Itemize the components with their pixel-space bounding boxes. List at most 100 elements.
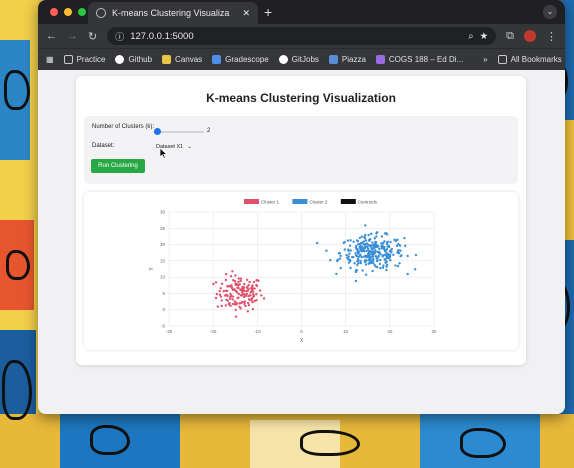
bookmark-gitjobs[interactable]: GitJobs: [278, 55, 319, 64]
data-point: [399, 249, 402, 252]
legend-label: Centroids: [358, 200, 378, 205]
bookmarks-overflow-button[interactable]: »: [483, 55, 487, 64]
data-point: [239, 301, 243, 305]
controls-panel: Number of Clusters (k): 2 Dataset: Datas…: [84, 116, 518, 184]
data-point: [365, 242, 369, 245]
data-point: [227, 303, 231, 306]
bookmark-canvas[interactable]: Canvas: [162, 55, 202, 64]
data-point: [382, 264, 385, 267]
y-tick-label: 15: [160, 258, 166, 263]
apps-grid-icon[interactable]: ▦: [46, 55, 54, 64]
zoom-window-button[interactable]: [78, 8, 86, 16]
data-point: [231, 270, 234, 273]
zoom-icon[interactable]: ⌕: [468, 31, 473, 42]
data-point: [376, 256, 380, 259]
data-point: [380, 245, 383, 248]
new-tab-button[interactable]: +: [264, 4, 272, 20]
data-point: [237, 292, 241, 296]
data-point: [214, 296, 218, 300]
data-point: [241, 285, 244, 288]
run-clustering-button[interactable]: Run Clustering: [91, 159, 145, 173]
bookmark-cogs188[interactable]: COGS 188 – Ed Di...: [375, 55, 463, 64]
data-point: [370, 232, 373, 236]
data-point: [247, 294, 250, 298]
legend-label: Cluster 2: [309, 200, 328, 205]
data-point: [361, 269, 364, 272]
profile-avatar[interactable]: [524, 30, 536, 42]
bookmark-gradescope[interactable]: Gradescope: [212, 55, 269, 64]
data-point: [357, 242, 360, 246]
x-tick-label: -20: [210, 329, 217, 334]
piazza-icon: [328, 55, 338, 64]
y-tick-label: 30: [160, 210, 166, 215]
address-bar[interactable]: ⓘ 127.0.0.1:5000 ⌕ ★: [107, 27, 497, 45]
data-point: [383, 240, 386, 243]
close-tab-icon[interactable]: ✕: [242, 8, 250, 19]
data-point: [390, 247, 393, 251]
data-point: [229, 275, 233, 278]
extensions-icon[interactable]: ⧉: [506, 30, 514, 43]
data-point: [356, 263, 359, 267]
back-arrow-icon[interactable]: ←: [46, 30, 57, 42]
legend-swatch: [340, 199, 356, 204]
data-point: [371, 255, 375, 258]
data-point: [378, 262, 382, 266]
minimize-window-button[interactable]: [64, 8, 72, 16]
data-point: [356, 259, 359, 263]
data-point: [345, 256, 349, 259]
data-point: [376, 244, 379, 247]
data-point: [345, 253, 348, 257]
data-point: [403, 244, 407, 248]
data-point: [355, 254, 358, 257]
y-axis-label: Y: [149, 267, 155, 271]
bookmarks-bar: ▦ Practice Github Canvas Gradescope GitJ…: [38, 48, 565, 70]
all-bookmarks-label: All Bookmarks: [510, 55, 562, 64]
all-bookmarks-button[interactable]: All Bookmarks: [497, 55, 562, 64]
data-point: [371, 250, 375, 253]
bookmark-github[interactable]: Github: [115, 55, 152, 64]
bookmark-piazza[interactable]: Piazza: [328, 55, 366, 64]
data-point: [234, 308, 237, 312]
forward-arrow-icon[interactable]: →: [67, 30, 78, 42]
data-point: [360, 235, 364, 238]
data-point: [348, 252, 351, 255]
tab-search-button[interactable]: ⌄: [543, 5, 557, 19]
x-tick-label: 20: [387, 329, 393, 334]
navigation-toolbar: ← → ↻ ⓘ 127.0.0.1:5000 ⌕ ★ ⧉ ⋮: [38, 24, 565, 48]
data-point: [385, 260, 388, 263]
reload-icon[interactable]: ↻: [88, 30, 97, 43]
bookmark-practice[interactable]: Practice: [63, 55, 105, 64]
data-point: [374, 240, 377, 244]
data-point: [398, 262, 401, 265]
data-point: [229, 292, 232, 296]
data-point: [367, 247, 370, 250]
data-point: [388, 253, 392, 257]
bookmark-star-icon[interactable]: ★: [480, 31, 489, 42]
data-point: [346, 239, 350, 242]
folder-icon: [63, 55, 73, 64]
close-window-button[interactable]: [50, 8, 58, 16]
data-point: [343, 240, 346, 244]
chevron-down-icon: ⌄: [187, 144, 192, 150]
data-point: [356, 251, 360, 254]
data-point: [253, 299, 256, 303]
globe-icon: [96, 8, 106, 18]
bookmark-label: GitJobs: [291, 55, 319, 64]
data-point: [224, 272, 228, 276]
y-tick-label: 5: [162, 291, 165, 296]
browser-tab[interactable]: K-means Clustering Visualiza ✕: [88, 2, 258, 24]
browser-window: K-means Clustering Visualiza ✕ + ⌄ ← → ↻…: [38, 0, 565, 414]
data-point: [368, 238, 372, 241]
site-info-icon[interactable]: ⓘ: [115, 30, 124, 43]
data-point: [251, 300, 254, 304]
data-point: [353, 262, 356, 265]
data-point: [247, 283, 250, 287]
data-point: [372, 257, 375, 261]
slider-thumb[interactable]: [154, 128, 161, 135]
k-slider[interactable]: [154, 127, 204, 137]
data-point: [378, 258, 382, 262]
data-point: [216, 305, 220, 308]
data-point: [363, 260, 367, 264]
data-point: [406, 272, 409, 276]
more-menu-icon[interactable]: ⋮: [546, 30, 557, 43]
